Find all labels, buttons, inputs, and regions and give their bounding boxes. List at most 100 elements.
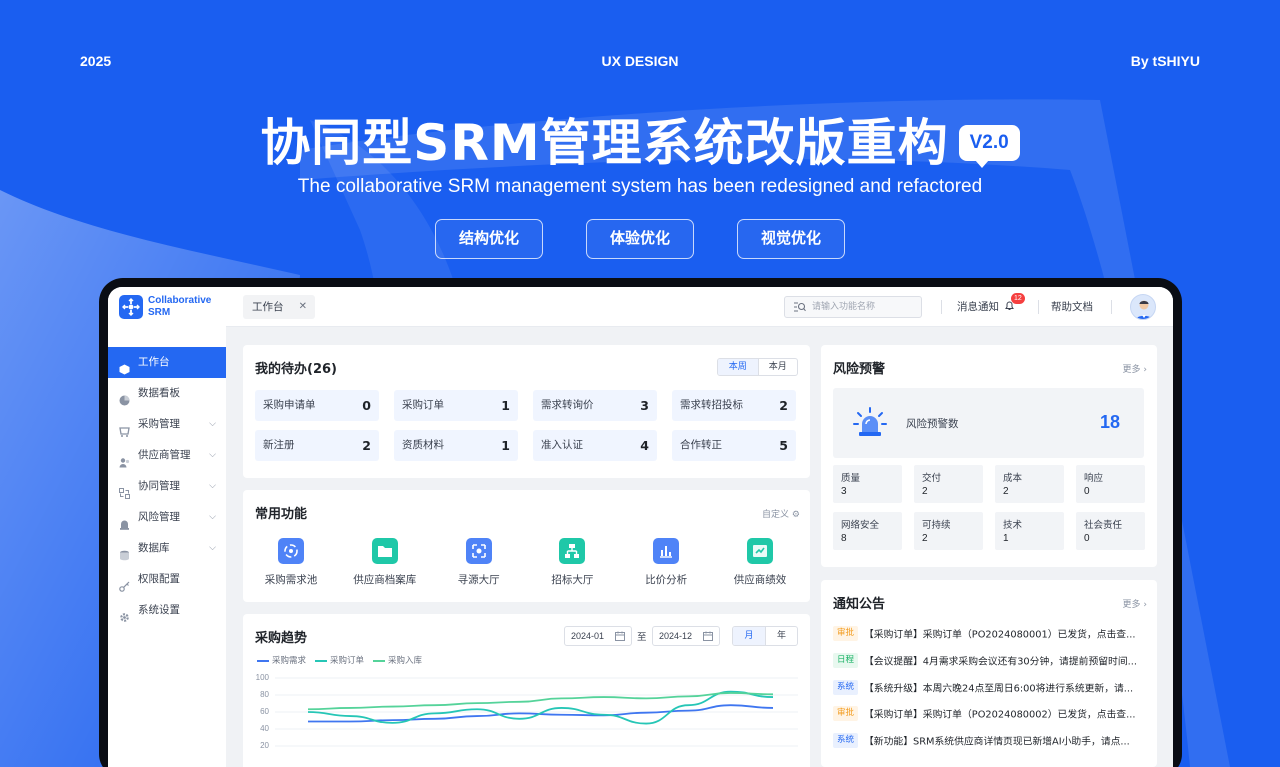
user-avatar[interactable] xyxy=(1130,294,1156,320)
todo-tile[interactable]: 需求转招投标 2 xyxy=(672,390,796,421)
sidebar-item[interactable]: 系统设置 xyxy=(108,595,226,626)
risk-category-label: 社会责任 xyxy=(1084,520,1123,531)
function-item[interactable]: 供应商绩效 xyxy=(720,538,800,598)
notice-tag: 系统 xyxy=(833,679,859,695)
notice-item[interactable]: 日程 【会议提醒】4月需求采购会议还有30分钟，请提前预留时间... xyxy=(833,650,1148,670)
sidebar-item[interactable]: 数据看板 xyxy=(108,378,226,409)
todo-tile-count: 0 xyxy=(362,398,371,413)
help-docs-link[interactable]: 帮助文档 xyxy=(1051,287,1093,327)
notice-card: 通知公告 更多 › 审批 【采购订单】采购订单（PO2024080001）已发货，… xyxy=(821,580,1157,767)
notification-badge: 12 xyxy=(1011,293,1025,304)
todo-tile-count: 2 xyxy=(362,438,371,453)
dashboard-icon xyxy=(119,388,130,406)
function-item[interactable]: 供应商档案库 xyxy=(345,538,425,598)
notifications-link[interactable]: 消息通知 xyxy=(957,287,1015,327)
todo-tile-label: 需求转招投标 xyxy=(680,399,743,411)
todo-tile[interactable]: 准入认证 4 xyxy=(533,430,657,461)
notice-item[interactable]: 审批 【采购订单】采购订单（PO2024080002）已发货，点击查... xyxy=(833,703,1148,723)
risk-more-label: 更多 xyxy=(1122,365,1141,375)
risk-category-cell[interactable]: 响应 0 xyxy=(1076,465,1145,503)
todo-tile-count: 5 xyxy=(779,438,788,453)
search-placeholder: 请输入功能名称 xyxy=(812,302,876,312)
org-chart-icon xyxy=(559,538,586,564)
sidebar-item[interactable]: 协同管理 ⌵ xyxy=(108,471,226,502)
date-to-picker[interactable]: 2024-12 xyxy=(652,626,720,646)
y-tick-label: 100 xyxy=(255,673,269,682)
todo-tile[interactable]: 采购申请单 0 xyxy=(255,390,379,421)
risk-category-cell[interactable]: 成本 2 xyxy=(995,465,1064,503)
sidebar-item-label: 采购管理 xyxy=(138,418,180,430)
sidebar-item[interactable]: 风险管理 ⌵ xyxy=(108,502,226,533)
todo-tile-label: 合作转正 xyxy=(680,439,722,451)
risk-more-link[interactable]: 更多 › xyxy=(1123,362,1148,375)
todo-title: 我的待办(26) xyxy=(255,362,337,377)
notice-item[interactable]: 系统 【新功能】SRM系统供应商详情页现已新增AI小助手，请点... xyxy=(833,730,1148,750)
tab-workbench[interactable]: 工作台 ✕ xyxy=(243,295,315,319)
todo-tile[interactable]: 资质材料 1 xyxy=(394,430,518,461)
search-input[interactable]: 请输入功能名称 xyxy=(784,296,922,318)
tab-this-week[interactable]: 本周 xyxy=(718,359,758,375)
notice-item[interactable]: 审批 【采购订单】采购订单（PO2024080001）已发货，点击查... xyxy=(833,623,1148,643)
todo-tile-count: 1 xyxy=(501,398,510,413)
trend-title: 采购趋势 xyxy=(255,631,308,646)
tab-this-month[interactable]: 本月 xyxy=(757,359,798,375)
risk-category-cell[interactable]: 社会责任 0 xyxy=(1076,512,1145,550)
risk-category-cell[interactable]: 网络安全 8 xyxy=(833,512,902,550)
sidebar-item[interactable]: 权限配置 xyxy=(108,564,226,595)
key-icon xyxy=(119,574,130,592)
notifications-label: 消息通知 xyxy=(957,301,999,313)
sidebar-item[interactable]: 供应商管理 ⌵ xyxy=(108,440,226,471)
risk-category-cell[interactable]: 交付 2 xyxy=(914,465,983,503)
hero-subtitle: The collaborative SRM management system … xyxy=(297,176,983,197)
calendar-icon xyxy=(615,631,625,641)
function-label: 供应商档案库 xyxy=(353,574,417,586)
sidebar-item-label: 供应商管理 xyxy=(138,449,191,461)
risk-warning-card: 风险预警 更多 › 风险预警数 18 质量 3 交付 2 成本 2 响应 0 网络安全 8 可持续 2… xyxy=(821,345,1157,567)
notice-title: 通知公告 xyxy=(833,597,886,612)
common-functions-card: 常用功能 自定义 ⚙ 采购需求池 供应商档案库 寻源大厅 招标大厅 比价分析 供应商绩效 xyxy=(243,490,810,602)
risk-category-label: 技术 xyxy=(1003,520,1023,531)
risk-category-cell[interactable]: 可持续 2 xyxy=(914,512,983,550)
todo-tile-label: 资质材料 xyxy=(402,439,444,451)
workbench-icon xyxy=(119,357,130,375)
customize-link[interactable]: 自定义 ⚙ xyxy=(762,507,800,520)
function-item[interactable]: 寻源大厅 xyxy=(439,538,519,598)
risk-count-label: 风险预警数 xyxy=(906,418,959,430)
todo-tile[interactable]: 新注册 2 xyxy=(255,430,379,461)
performance-icon xyxy=(747,538,773,564)
chevron-right-icon: › xyxy=(1143,600,1147,610)
notice-tag: 系统 xyxy=(833,733,859,749)
collaboration-icon xyxy=(119,481,130,499)
risk-category-cell[interactable]: 技术 1 xyxy=(995,512,1064,550)
risk-category-cell[interactable]: 质量 3 xyxy=(833,465,902,503)
todo-tile[interactable]: 需求转询价 3 xyxy=(533,390,657,421)
tab-label: 工作台 xyxy=(252,301,284,313)
risk-category-count: 3 xyxy=(841,486,847,497)
chevron-down-icon: ⌵ xyxy=(209,419,216,429)
logo-line2: SRM xyxy=(148,307,171,318)
top-header: 工作台 ✕ 请输入功能名称 消息通知 12 帮助文档 xyxy=(226,287,1173,327)
date-from-picker[interactable]: 2024-01 xyxy=(564,626,632,646)
sidebar-item[interactable]: 数据库 ⌵ xyxy=(108,533,226,564)
folder-icon xyxy=(371,538,398,564)
notice-more-label: 更多 xyxy=(1122,600,1141,610)
sidebar-item[interactable]: 工作台 xyxy=(108,347,226,378)
function-label: 寻源大厅 xyxy=(457,574,500,586)
pill-structure: 结构优化 xyxy=(435,219,543,259)
function-item[interactable]: 采购需求池 xyxy=(251,538,331,598)
calendar-icon xyxy=(703,631,713,641)
close-icon[interactable]: ✕ xyxy=(299,295,307,319)
logo-line1: Collaborative xyxy=(148,295,212,306)
toggle-year[interactable]: 年 xyxy=(765,627,797,645)
logo-mark-icon xyxy=(119,295,143,319)
function-item[interactable]: 比价分析 xyxy=(626,538,706,598)
todo-tile[interactable]: 合作转正 5 xyxy=(672,430,796,461)
notice-item[interactable]: 系统 【系统升级】本周六晚24点至周日6:00将进行系统更新，请... xyxy=(833,677,1148,697)
toggle-month[interactable]: 月 xyxy=(733,627,765,645)
notice-more-link[interactable]: 更多 › xyxy=(1123,597,1148,610)
function-item[interactable]: 招标大厅 xyxy=(532,538,612,598)
risk-category-label: 成本 xyxy=(1003,473,1023,484)
trend-chart xyxy=(275,677,798,747)
sidebar-item[interactable]: 采购管理 ⌵ xyxy=(108,409,226,440)
todo-tile[interactable]: 采购订单 1 xyxy=(394,390,518,421)
